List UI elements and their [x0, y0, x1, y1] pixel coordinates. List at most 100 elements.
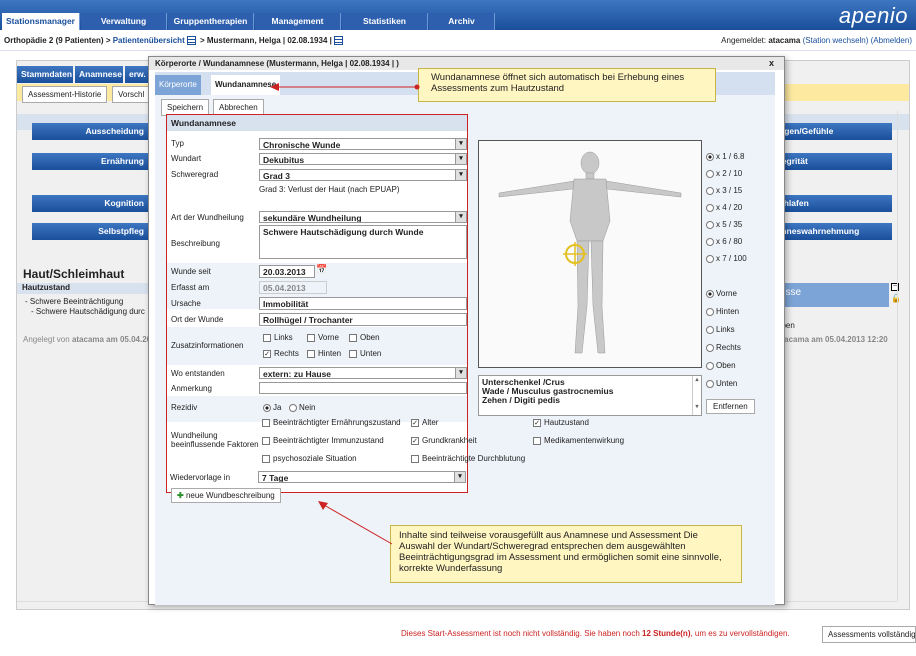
radio-icon[interactable]	[706, 361, 714, 370]
zoom-option[interactable]: x 5 / 35	[706, 220, 742, 229]
checkbox-icon[interactable]	[262, 436, 270, 445]
breadcrumb-station[interactable]: Orthopädie 2 (9 Patienten)	[4, 36, 104, 45]
checkbox-icon[interactable]	[262, 454, 270, 463]
calendar-icon[interactable]: 📅	[316, 264, 327, 275]
category-selbstpflege[interactable]: Selbstpfleg	[32, 223, 152, 240]
view-option[interactable]: Hinten	[706, 307, 739, 316]
breadcrumb-overview[interactable]: Patientenübersicht	[113, 36, 185, 45]
tab-verwaltung[interactable]: Verwaltung	[81, 13, 167, 30]
anmerkung-input[interactable]	[259, 382, 467, 394]
radio-icon[interactable]	[706, 169, 714, 178]
tab-anamnese[interactable]: Anamnese	[75, 66, 123, 83]
checkbox-icon[interactable]	[263, 333, 271, 342]
tab-archiv[interactable]: Archiv	[429, 13, 495, 30]
location-list[interactable]: Unterschenkel /Crus Wade / Musculus gast…	[478, 375, 702, 416]
faktor-alter[interactable]: ✓ Alter	[411, 418, 438, 427]
view-option[interactable]: Links	[706, 325, 735, 334]
radio-icon[interactable]	[706, 220, 714, 229]
radio-selected-icon[interactable]	[263, 403, 271, 412]
checkbox-icon[interactable]	[349, 349, 357, 358]
typ-select[interactable]: Chronische Wunde	[259, 138, 467, 150]
radio-icon[interactable]	[706, 186, 714, 195]
checkbox-icon[interactable]	[533, 436, 541, 445]
zoom-option[interactable]: x 4 / 20	[706, 203, 742, 212]
checkbox-icon[interactable]	[349, 333, 357, 342]
zoom-option[interactable]: x 7 / 100	[706, 254, 747, 263]
tab-statistiken[interactable]: Statistiken	[342, 13, 428, 30]
zoom-option[interactable]: x 6 / 80	[706, 237, 742, 246]
radio-icon[interactable]	[706, 237, 714, 246]
checkbox-icon[interactable]	[307, 333, 315, 342]
switch-station-link[interactable]: (Station wechseln)	[803, 36, 869, 45]
tab-gruppentherapien[interactable]: Gruppentherapien	[168, 13, 254, 30]
zoom-option[interactable]: x 3 / 15	[706, 186, 742, 195]
faktor-durchblutung[interactable]: Beeinträchtigte Durchblutung	[411, 454, 525, 463]
zusatz-links[interactable]: Links	[263, 333, 293, 342]
rezidiv-nein[interactable]: Nein	[289, 403, 315, 412]
zusatz-unten[interactable]: Unten	[349, 349, 381, 358]
checkbox-icon[interactable]	[307, 349, 315, 358]
category-kognition[interactable]: Kognition	[32, 195, 152, 212]
faktor-immun[interactable]: Beeinträchtigter Immunzustand	[262, 436, 384, 445]
document-icon[interactable]	[333, 36, 343, 46]
checkbox-checked-icon[interactable]: ✓	[263, 349, 271, 358]
ort-input[interactable]: Rollhügel / Trochanter	[259, 313, 467, 326]
assessment-complete-button[interactable]: Assessments vollständig	[822, 626, 916, 643]
category-ernaehrung[interactable]: Ernährung	[32, 153, 152, 170]
zusatz-vorne[interactable]: Vorne	[307, 333, 339, 342]
rezidiv-ja[interactable]: Ja	[263, 403, 281, 412]
checkbox-checked-icon[interactable]: ✓	[533, 418, 541, 427]
radio-icon[interactable]	[706, 203, 714, 212]
radio-icon[interactable]	[706, 379, 714, 388]
tab-koerperorte[interactable]: Körperorte	[155, 75, 201, 95]
schweregrad-select[interactable]: Grad 3	[259, 169, 467, 181]
view-option[interactable]: Oben	[706, 361, 736, 370]
ursache-input[interactable]: Immobilität	[259, 297, 467, 310]
document-icon[interactable]	[186, 36, 196, 46]
zusatz-hinten[interactable]: Hinten	[307, 349, 341, 358]
zoom-option[interactable]: x 2 / 10	[706, 169, 742, 178]
location-item[interactable]: Zehen / Digiti pedis	[482, 396, 698, 405]
tab-management[interactable]: Management	[255, 13, 341, 30]
beschreibung-textarea[interactable]: Schwere Hautschädigung durch Wunde	[259, 225, 467, 259]
new-wound-button[interactable]: ✚ neue Wundbeschreibung	[171, 488, 281, 503]
category-schlafen[interactable]: chlafen	[777, 195, 892, 212]
tab-stammdaten[interactable]: Stammdaten	[17, 66, 73, 83]
view-option[interactable]: Rechts	[706, 343, 741, 352]
checkbox-checked-icon[interactable]: ✓	[411, 418, 419, 427]
remove-button[interactable]: Entfernen	[706, 399, 755, 414]
close-icon[interactable]: x	[769, 58, 774, 68]
scrollbar-vertical[interactable]	[897, 111, 907, 601]
checkbox-icon[interactable]	[262, 418, 270, 427]
faktor-hautzustand[interactable]: ✓ Hautzustand	[533, 418, 589, 427]
assessment-history-button[interactable]: Assessment-Historie	[22, 86, 108, 103]
category-gefuehle[interactable]: ngen/Gefühle	[777, 123, 892, 140]
view-option[interactable]: Vorne	[706, 289, 737, 298]
faktor-psychosozial[interactable]: psychosoziale Situation	[262, 454, 357, 463]
suggestion-button[interactable]: Vorschl	[112, 86, 152, 103]
faktor-grundkrankheit[interactable]: ✓ Grundkrankheit	[411, 436, 477, 445]
checkbox-icon[interactable]	[411, 454, 419, 463]
checkbox-checked-icon[interactable]: ✓	[411, 436, 419, 445]
body-map[interactable]	[478, 140, 702, 368]
view-option[interactable]: Unten	[706, 379, 737, 388]
wunde-seit-input[interactable]: 20.03.2013	[259, 265, 315, 278]
zoom-option[interactable]: x 1 / 6.8	[706, 152, 744, 161]
wiedervorlage-select[interactable]: 7 Tage	[258, 471, 466, 483]
faktor-medikamente[interactable]: Medikamentenwirkung	[533, 436, 624, 445]
category-sinneswahrnehmung[interactable]: inneswahrnehmung	[777, 223, 892, 240]
radio-icon[interactable]	[706, 325, 714, 334]
category-ausscheidung[interactable]: Ausscheidung	[32, 123, 152, 140]
tab-stationsmanager[interactable]: Stationsmanager	[2, 13, 80, 30]
faktor-ernaehrung[interactable]: Beeinträchtigter Ernährungszustand	[262, 418, 401, 427]
radio-selected-icon[interactable]	[706, 152, 714, 161]
radio-selected-icon[interactable]	[706, 289, 714, 298]
zusatz-rechts[interactable]: ✓ Rechts	[263, 349, 299, 358]
radio-icon[interactable]	[706, 343, 714, 352]
radio-icon[interactable]	[706, 254, 714, 263]
wundheilung-select[interactable]: sekundäre Wundheilung	[259, 211, 467, 223]
radio-icon[interactable]	[706, 307, 714, 316]
wo-select[interactable]: extern: zu Hause	[259, 367, 467, 379]
logout-link[interactable]: (Abmelden)	[871, 36, 912, 45]
zusatz-oben[interactable]: Oben	[349, 333, 380, 342]
